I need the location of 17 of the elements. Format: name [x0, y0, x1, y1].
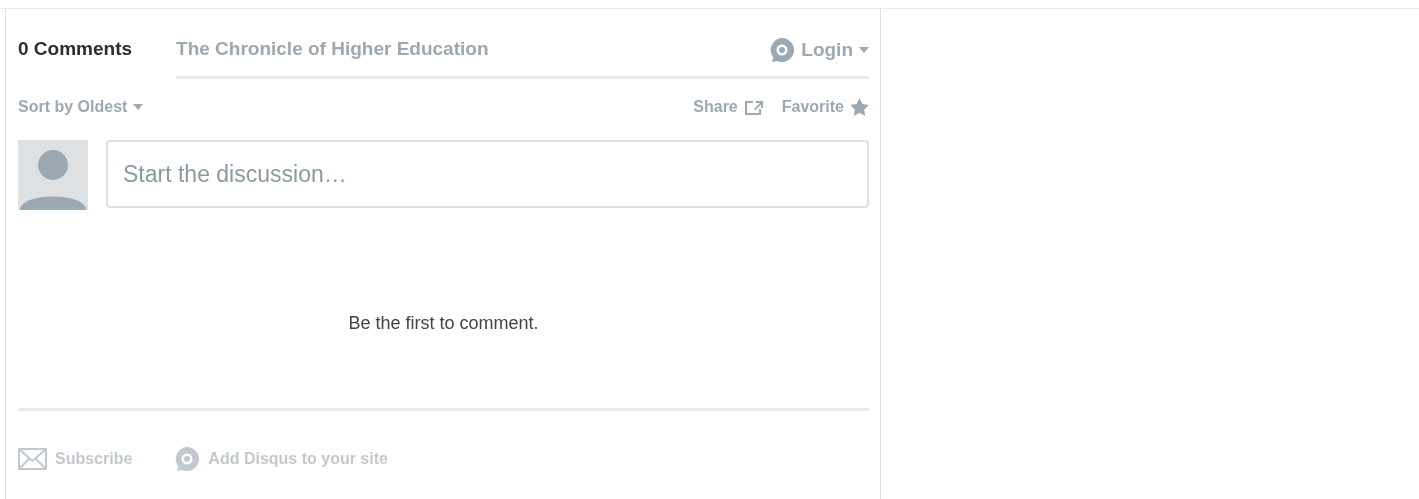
caret-icon	[133, 104, 144, 110]
favorite-link[interactable]: Favorite	[781, 98, 869, 116]
speech-bubble-icon	[174, 446, 201, 472]
speech-bubble-icon	[769, 37, 796, 63]
share-link[interactable]: Share	[693, 98, 764, 116]
share-icon	[743, 98, 764, 116]
comment-field[interactable]: Start the discussion…	[106, 140, 869, 208]
tab[interactable]: 0 Comments	[18, 38, 133, 79]
avatar-icon	[18, 140, 88, 210]
sort-dropdown[interactable]: Sort by Oldest	[18, 98, 144, 116]
subscribe-link[interactable]: Subscribe	[18, 446, 133, 472]
envelope-icon	[18, 448, 47, 470]
empty-message: Be the first to comment.	[347, 313, 540, 334]
star-icon	[850, 98, 869, 116]
add-disqus-link[interactable]: Add Disqus to your site	[174, 446, 388, 472]
login-link[interactable]: Login	[801, 39, 853, 61]
caret-icon	[859, 47, 869, 53]
